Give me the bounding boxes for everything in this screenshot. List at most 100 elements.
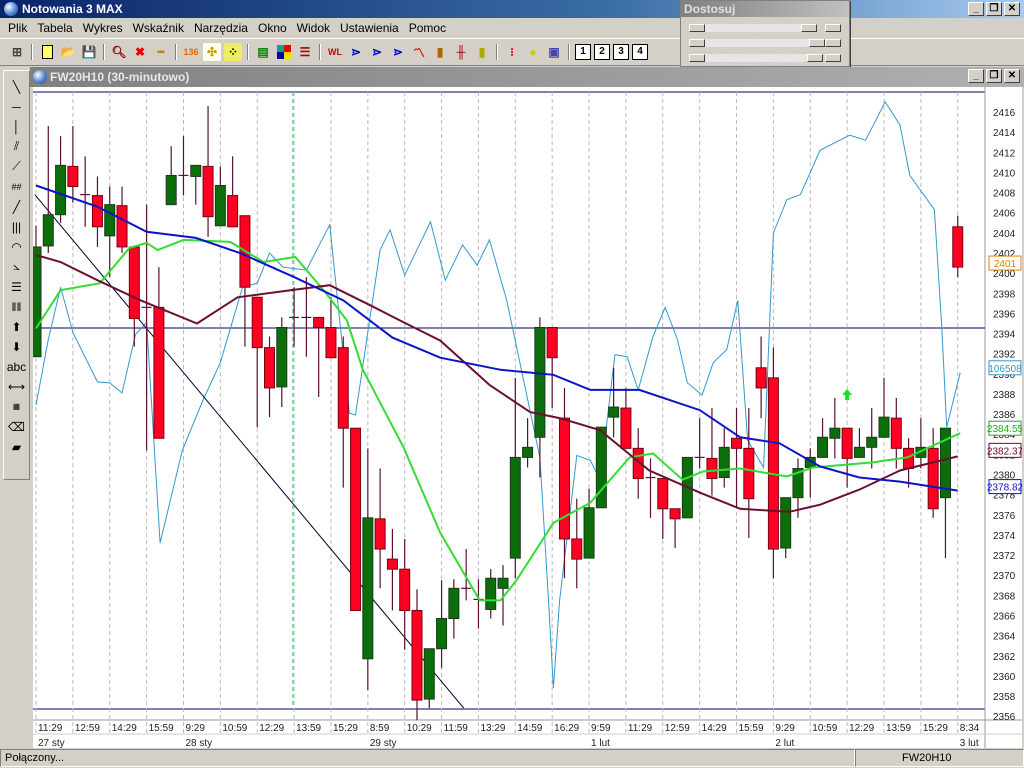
menu-pomoc[interactable]: Pomoc (404, 21, 451, 35)
trend-line-icon[interactable]: ╱ (7, 197, 27, 216)
close-button[interactable]: ✕ (1004, 2, 1020, 16)
candle (67, 126, 79, 203)
candle (386, 528, 398, 611)
indicator1-icon[interactable]: ⋗ (347, 43, 365, 61)
horizontal-line-icon[interactable]: ─ (7, 97, 27, 116)
chart-close-button[interactable]: ✕ (1004, 69, 1020, 83)
indicator3-icon[interactable]: ⋗ (389, 43, 407, 61)
arrow-up-icon[interactable]: ⬆ (7, 317, 27, 336)
ruler-icon[interactable]: ┅ (152, 43, 170, 61)
add-window-icon[interactable]: ▣ (545, 43, 563, 61)
numbers-icon[interactable]: 136 (182, 43, 200, 61)
delete-icon[interactable]: ✖ (131, 43, 149, 61)
menu-wskaznik[interactable]: Wskaźnik (128, 21, 189, 35)
menu-ustawienia[interactable]: Ustawienia (335, 21, 404, 35)
layout-1-button[interactable]: 1 (575, 44, 591, 60)
color-grid-icon[interactable] (275, 43, 293, 61)
menu-plik[interactable]: Plik (3, 21, 32, 35)
open-folder-icon[interactable]: 📂 (59, 43, 77, 61)
vertical-line-icon[interactable]: │ (7, 117, 27, 136)
resize-horizontal-icon[interactable]: ⟷ (7, 377, 27, 396)
new-file-icon[interactable] (38, 43, 56, 61)
candle (903, 438, 915, 488)
menu-tabela[interactable]: Tabela (32, 21, 77, 35)
date-label: 3 lut (960, 738, 979, 748)
time-zones-icon[interactable]: ‖‖ (7, 297, 27, 316)
fan-lines-icon[interactable]: ⟋ (7, 157, 27, 176)
chart-minimize-button[interactable]: _ (968, 69, 984, 83)
candle (313, 316, 325, 397)
wl-icon[interactable]: WL (326, 43, 344, 61)
layout-2-button[interactable]: 2 (594, 44, 610, 60)
cycle-lines-icon[interactable]: ||| (7, 217, 27, 236)
text-tool[interactable]: abc (7, 357, 27, 376)
candle (165, 146, 177, 206)
move-icon[interactable]: ◾ (7, 397, 27, 416)
last-price-label: 2401 (994, 259, 1017, 270)
bear-candle-body (227, 195, 239, 228)
candlestick-chart[interactable]: 11:29 12:59 14:29 15:59 9:29 10:59 12:29 13:59 1… (33, 87, 1022, 748)
dots-icon[interactable]: ⁘ (224, 43, 242, 61)
menu-okno[interactable]: Okno (253, 21, 292, 35)
gann-icon[interactable]: ## (7, 177, 27, 196)
adjust-slider-1[interactable] (689, 21, 841, 35)
ohlc-icon[interactable]: ╫ (452, 43, 470, 61)
arcs-icon[interactable]: ◠ (7, 237, 27, 256)
adjust-slider-2[interactable] (689, 36, 841, 50)
bear-candle-body (325, 326, 337, 359)
chart-area[interactable]: 11:29 12:59 14:29 15:59 9:29 10:59 12:29 13:59 1… (33, 87, 1022, 748)
traffic-light-icon[interactable]: ⁝ (503, 43, 521, 61)
candle (91, 176, 103, 247)
add-marker-icon[interactable]: ● (524, 43, 542, 61)
bull-candle-body (817, 436, 829, 458)
bear-candle-body (313, 316, 325, 328)
candle (866, 408, 878, 469)
minimize-button[interactable]: _ (968, 2, 984, 16)
eraser-all-icon[interactable]: ▰ (7, 437, 27, 456)
crosshair-icon[interactable]: ✣ (203, 43, 221, 61)
indicator2-icon[interactable]: ⋗ (368, 43, 386, 61)
chart-window-icon (33, 70, 47, 84)
candle (669, 508, 681, 549)
grid-icon[interactable]: ⊞ (8, 43, 26, 61)
speed-lines-icon[interactable]: ⦣ (7, 257, 27, 276)
adjust-slider-3[interactable] (689, 51, 841, 65)
drawing-toolbar: ╲ ─ │ ⫽ ⟋ ## ╱ ||| ◠ ⦣ ☰ ‖‖ ⬆ ⬇ abc ⟷ ◾ … (3, 70, 30, 480)
ma-long-value-label: 2378.82 (987, 483, 1022, 494)
candle (829, 397, 841, 459)
bar-chart-icon[interactable]: ▮ (431, 43, 449, 61)
list-icon[interactable]: ☰ (296, 43, 314, 61)
parallel-lines-icon[interactable]: ⫽ (7, 137, 27, 156)
candle-icon[interactable]: ▮ (473, 43, 491, 61)
diagonal-line-icon[interactable]: ╲ (7, 77, 27, 96)
price-tick-label: 2386 (993, 410, 1016, 421)
candle (878, 377, 890, 438)
restore-button[interactable]: ❐ (986, 2, 1002, 16)
fibonacci-icon[interactable]: ☰ (7, 277, 27, 296)
bear-candle-body (91, 195, 103, 228)
buy-signal-arrow-icon (842, 388, 853, 400)
layout-4-button[interactable]: 4 (632, 44, 648, 60)
app-title: Notowania 3 MAX (22, 2, 123, 16)
bull-candle-body (485, 577, 497, 610)
candle (325, 297, 337, 359)
save-icon[interactable]: 💾 (80, 43, 98, 61)
menu-narzedzia[interactable]: Narzędzia (189, 21, 253, 35)
candle (411, 589, 423, 721)
table-icon[interactable]: ▤ (254, 43, 272, 61)
bull-candle-body (362, 517, 374, 660)
arrow-down-icon[interactable]: ⬇ (7, 337, 27, 356)
candle (522, 418, 534, 468)
bear-candle-body (890, 417, 902, 449)
candle (558, 387, 570, 579)
price-tick-label: 2394 (993, 330, 1016, 341)
zoom-icon[interactable]: 🔍︎ (110, 43, 128, 61)
menu-widok[interactable]: Widok (292, 21, 335, 35)
eraser-icon[interactable]: ⌫ (7, 417, 27, 436)
menu-wykres[interactable]: Wykres (78, 21, 128, 35)
line-chart-icon[interactable]: 〽 (410, 43, 428, 61)
candle (104, 186, 116, 278)
layout-3-button[interactable]: 3 (613, 44, 629, 60)
bull-candle-body (104, 204, 116, 237)
chart-restore-button[interactable]: ❐ (986, 69, 1002, 83)
